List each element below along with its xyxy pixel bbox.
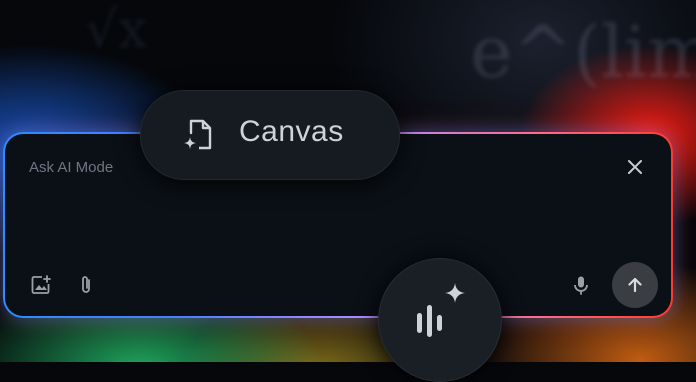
close-icon [628,160,642,174]
add-image-icon [31,275,51,294]
arrow-up-icon [628,277,642,293]
send-button[interactable] [612,262,658,308]
attach-file-button[interactable] [73,272,99,298]
canvas-chip[interactable]: Canvas [140,90,400,180]
background-math-text-2: e^(lim [470,10,696,94]
background-math-text: √x [85,0,148,60]
add-image-button[interactable] [28,272,54,298]
voice-sparkle-icon [417,283,465,337]
microphone-button[interactable] [568,272,594,298]
ask-input-placeholder[interactable]: Ask AI Mode [29,159,113,176]
microphone-icon [574,276,588,295]
document-sparkle-icon [184,119,212,150]
close-button[interactable] [622,154,648,180]
voice-mode-button[interactable] [378,258,502,382]
canvas-chip-label: Canvas [239,115,344,148]
attachment-icon [82,276,90,293]
